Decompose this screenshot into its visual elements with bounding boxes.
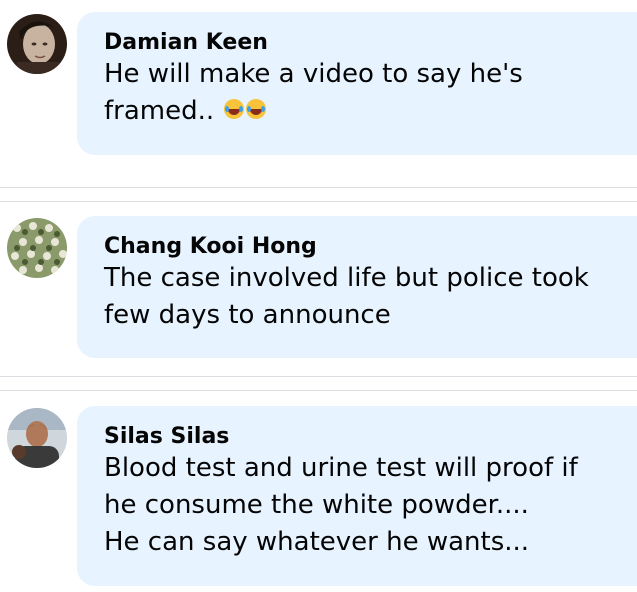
comment-thread: Damian Keen He will make a video to say … xyxy=(0,0,637,592)
comment-bubble: Chang Kooi Hong The case involved life b… xyxy=(77,216,637,358)
divider xyxy=(0,201,637,202)
comment-bubble: Damian Keen He will make a video to say … xyxy=(77,12,637,155)
user-avatar-icon xyxy=(7,14,67,74)
divider xyxy=(0,390,637,391)
comment-author[interactable]: Chang Kooi Hong xyxy=(104,234,637,260)
comment-bubble: Silas Silas Blood test and urine test wi… xyxy=(77,406,637,586)
user-avatar-icon xyxy=(7,218,67,278)
avatar[interactable] xyxy=(7,408,67,468)
comment-text: The case involved life but police took f… xyxy=(104,263,589,330)
divider xyxy=(0,187,637,188)
laughing-tears-emoji-icon xyxy=(246,98,267,119)
comment-author[interactable]: Damian Keen xyxy=(104,30,637,56)
comment-text: Blood test and urine test will proof if … xyxy=(104,453,578,557)
avatar[interactable] xyxy=(7,14,67,74)
user-avatar-icon xyxy=(7,408,67,468)
comment-author[interactable]: Silas Silas xyxy=(104,424,637,450)
comment-text: He will make a video to say he's framed.… xyxy=(104,56,637,130)
laughing-tears-emoji-icon xyxy=(224,98,245,119)
comment-text-content: He will make a video to say he's framed.… xyxy=(104,59,523,126)
divider xyxy=(0,376,637,377)
avatar[interactable] xyxy=(7,218,67,278)
